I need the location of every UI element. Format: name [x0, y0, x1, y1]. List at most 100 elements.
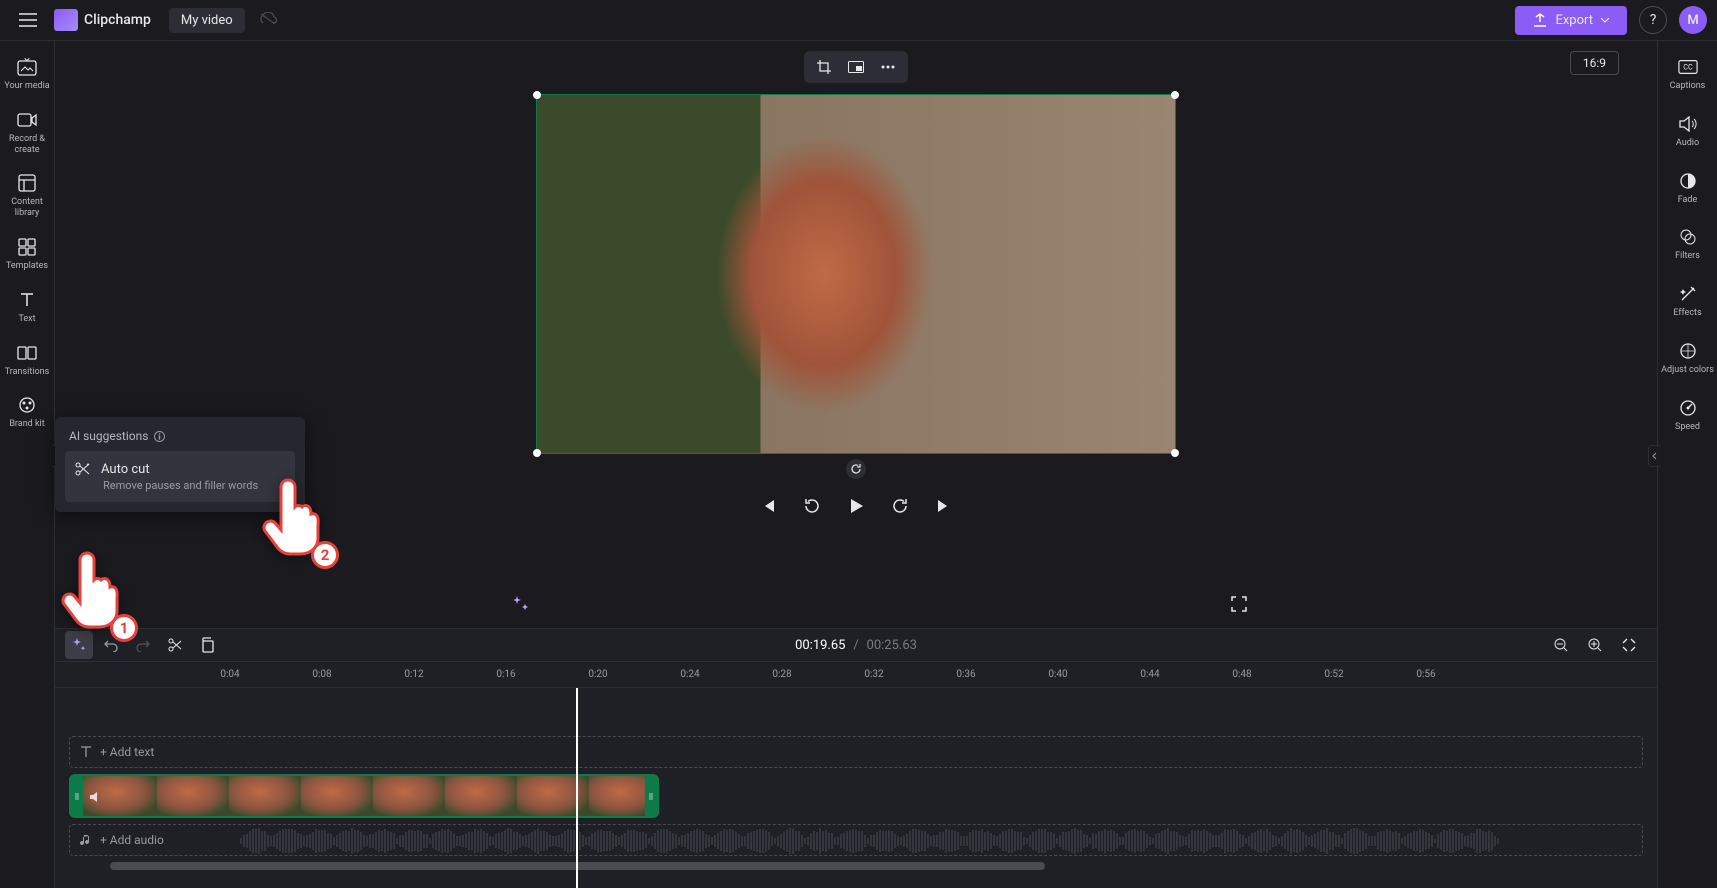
audio-waveform — [240, 828, 1628, 852]
app-name: Clipchamp — [84, 12, 151, 28]
scissors-icon — [168, 638, 182, 652]
sidebar-item-audio[interactable]: Audio — [1660, 104, 1716, 159]
sidebar-label: Filters — [1675, 251, 1700, 262]
play-icon — [847, 497, 865, 515]
auto-cut-icon — [75, 461, 91, 477]
audio-track[interactable]: + Add audio — [69, 824, 1643, 856]
record-icon — [17, 112, 37, 128]
preview-toolbar — [804, 51, 908, 83]
sidebar-item-speed[interactable]: Speed — [1660, 388, 1716, 443]
upload-icon — [1533, 13, 1547, 27]
project-name[interactable]: My video — [169, 8, 245, 33]
play-button[interactable] — [840, 490, 872, 522]
sidebar-item-your-media[interactable]: Your media — [2, 49, 53, 100]
video-clip[interactable]: || || — [69, 774, 659, 818]
aspect-ratio-selector[interactable]: 16:9 — [1570, 51, 1619, 75]
crop-button[interactable] — [808, 55, 840, 79]
sidebar-item-captions[interactable]: CC Captions — [1660, 47, 1716, 102]
forward-button[interactable] — [884, 490, 916, 522]
sidebar-label: Text — [18, 314, 35, 325]
redo-icon — [136, 638, 150, 652]
transitions-icon — [17, 346, 37, 360]
sidebar-item-transitions[interactable]: Transitions — [2, 335, 53, 386]
resize-handle-tl[interactable] — [533, 91, 541, 99]
svg-text:CC: CC — [1683, 63, 1693, 72]
pip-button[interactable] — [840, 55, 872, 79]
sidebar-item-adjust-colors[interactable]: Adjust colors — [1660, 331, 1716, 386]
resize-handle-br[interactable] — [1171, 449, 1179, 457]
split-button[interactable] — [161, 631, 189, 659]
sparkle-icon — [71, 637, 87, 653]
hamburger-menu-button[interactable] — [10, 2, 46, 38]
expand-right-sidebar-button[interactable] — [1648, 445, 1660, 467]
undo-button[interactable] — [97, 631, 125, 659]
sidebar-item-text[interactable]: Text — [2, 282, 53, 333]
help-icon: ? — [1650, 12, 1657, 28]
export-button[interactable]: Export — [1515, 6, 1627, 35]
chevron-left-icon — [1652, 452, 1657, 460]
user-avatar[interactable]: M — [1679, 6, 1707, 34]
adjust-icon — [1679, 342, 1697, 360]
timeline-ruler[interactable]: 0:040:080:120:160:200:240:280:320:360:40… — [55, 662, 1657, 688]
templates-icon — [18, 238, 36, 256]
redo-button[interactable] — [129, 631, 157, 659]
crop-icon — [817, 60, 831, 74]
zoom-out-button[interactable] — [1547, 631, 1575, 659]
current-time: 00:19.65 — [795, 638, 845, 653]
sidebar-item-fade[interactable]: Fade — [1660, 161, 1716, 216]
zoom-in-button[interactable] — [1581, 631, 1609, 659]
sidebar-item-filters[interactable]: Filters — [1660, 217, 1716, 272]
sidebar-item-record-create[interactable]: Record & create — [2, 102, 53, 164]
timeline-tracks: + Add text || || + Add audio — [55, 688, 1657, 888]
ai-tool-button[interactable] — [65, 631, 93, 659]
sidebar-label: Captions — [1670, 81, 1706, 92]
rewind-button[interactable] — [796, 490, 828, 522]
auto-cut-subtitle: Remove pauses and filler words — [103, 479, 285, 492]
more-options-button[interactable] — [872, 55, 904, 79]
popup-heading: AI suggestions — [69, 429, 148, 443]
total-duration: 00:25.63 — [867, 638, 917, 653]
info-icon — [154, 431, 165, 442]
resize-handle-tr[interactable] — [1171, 91, 1179, 99]
rotate-handle[interactable] — [846, 459, 866, 479]
chevron-down-icon — [1601, 18, 1609, 23]
skip-back-button[interactable] — [752, 490, 784, 522]
fullscreen-button[interactable] — [1223, 588, 1255, 620]
add-audio-label: + Add audio — [100, 833, 164, 847]
timeline-scrollbar[interactable] — [55, 862, 1657, 872]
zoom-fit-button[interactable] — [1615, 631, 1643, 659]
playhead[interactable] — [576, 688, 578, 888]
text-icon — [80, 746, 92, 758]
library-icon — [18, 174, 36, 192]
clip-trim-handle-left[interactable]: || — [71, 776, 83, 816]
skip-forward-button[interactable] — [928, 490, 960, 522]
sidebar-item-templates[interactable]: Templates — [2, 229, 53, 280]
menu-icon — [19, 13, 37, 27]
sidebar-item-brand-kit[interactable]: Brand kit — [2, 387, 53, 438]
app-logo[interactable]: Clipchamp — [54, 9, 151, 31]
sidebar-item-effects[interactable]: Effects — [1660, 274, 1716, 329]
zoom-in-icon — [1588, 638, 1602, 652]
copy-button[interactable] — [193, 631, 221, 659]
logo-mark — [54, 9, 78, 31]
sidebar-item-content-library[interactable]: Content library — [2, 165, 53, 227]
ai-enhance-button[interactable] — [505, 588, 537, 620]
sidebar-label: Templates — [6, 261, 48, 272]
text-track[interactable]: + Add text — [69, 736, 1643, 768]
zoom-fit-icon — [1622, 638, 1636, 652]
video-preview-frame[interactable] — [536, 94, 1176, 454]
sidebar-label: Effects — [1673, 308, 1701, 319]
auto-cut-option[interactable]: Auto cut Remove pauses and filler words — [65, 451, 295, 502]
left-sidebar: Your media Record & create Content libra… — [0, 41, 55, 888]
sync-status-icon — [259, 11, 277, 30]
sparkle-icon — [511, 594, 531, 614]
export-label: Export — [1555, 13, 1593, 28]
clip-trim-handle-right[interactable]: || — [645, 776, 657, 816]
brand-icon — [18, 396, 36, 414]
help-button[interactable]: ? — [1639, 6, 1667, 34]
effects-icon — [1679, 285, 1697, 303]
right-sidebar: CC Captions Audio Fade Filters Effects A… — [1657, 41, 1717, 888]
resize-handle-bl[interactable] — [533, 449, 541, 457]
copy-icon — [200, 637, 214, 653]
timeline-section: 00:19.65 / 00:25.63 0:040:080:120:160:20… — [55, 628, 1657, 888]
